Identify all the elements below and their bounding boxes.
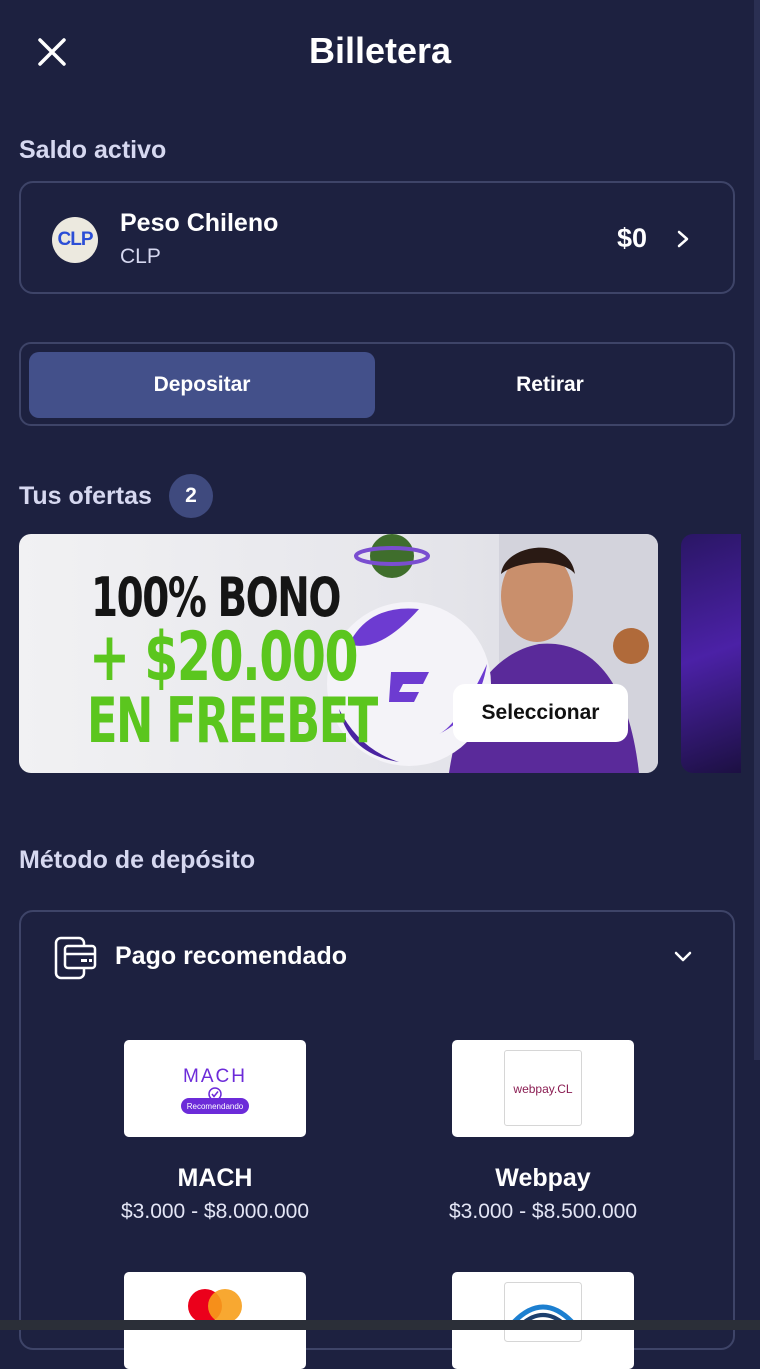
mastercard-icon xyxy=(188,1289,242,1323)
recommended-payment-title: Pago recomendado xyxy=(115,942,347,970)
mach-payment-tile[interactable]: MACH Recomendando xyxy=(124,1040,306,1137)
deposit-method-label: Método de depósito xyxy=(19,846,256,874)
wallet-card-icon xyxy=(54,936,97,980)
recommended-payment-card: Pago recomendado MACH Recomendando MACH … xyxy=(19,910,735,1369)
webpay-name: Webpay xyxy=(495,1164,591,1192)
mach-logo-text: MACH xyxy=(183,1066,247,1087)
recommended-tag: Recomendando xyxy=(181,1098,249,1114)
balance-amount: $0 xyxy=(616,223,647,253)
scrollbar[interactable] xyxy=(754,0,760,1060)
webpay-payment-tile[interactable]: webpay.CL xyxy=(452,1040,634,1137)
promo-banner[interactable]: 100% BONO + $20.000 EN FREEBET Seleccion… xyxy=(19,534,658,773)
offers-count-badge: 2 xyxy=(169,474,213,518)
offers-label: Tus ofertas xyxy=(19,482,152,510)
currency-code: CLP xyxy=(120,245,161,268)
select-offer-button[interactable]: Seleccionar xyxy=(453,684,628,742)
webpay-range: $3.000 - $8.500.000 xyxy=(449,1200,637,1223)
chevron-right-icon xyxy=(677,230,689,248)
promo-line-3: EN FREEBET xyxy=(87,684,378,757)
active-balance-label: Saldo activo xyxy=(19,136,167,164)
clp-currency-icon: CLP xyxy=(52,217,98,263)
bottom-bar xyxy=(0,1320,760,1330)
tab-retirar[interactable]: Retirar xyxy=(377,352,723,418)
balance-card[interactable]: CLP Peso Chileno CLP $0 xyxy=(19,181,735,294)
header: Billetera xyxy=(0,0,760,104)
deposit-withdraw-tabs: Depositar Retirar xyxy=(19,342,735,426)
webpay-logo-text: webpay.CL xyxy=(513,1082,573,1096)
tab-depositar[interactable]: Depositar xyxy=(29,352,375,418)
next-promo-banner[interactable] xyxy=(681,534,741,773)
mach-range: $3.000 - $8.000.000 xyxy=(121,1200,309,1223)
mach-name: MACH xyxy=(177,1164,253,1192)
currency-name: Peso Chileno xyxy=(120,209,279,237)
page-title: Billetera xyxy=(308,30,452,71)
bank-icon xyxy=(504,1282,582,1342)
chevron-down-icon[interactable] xyxy=(673,950,693,964)
